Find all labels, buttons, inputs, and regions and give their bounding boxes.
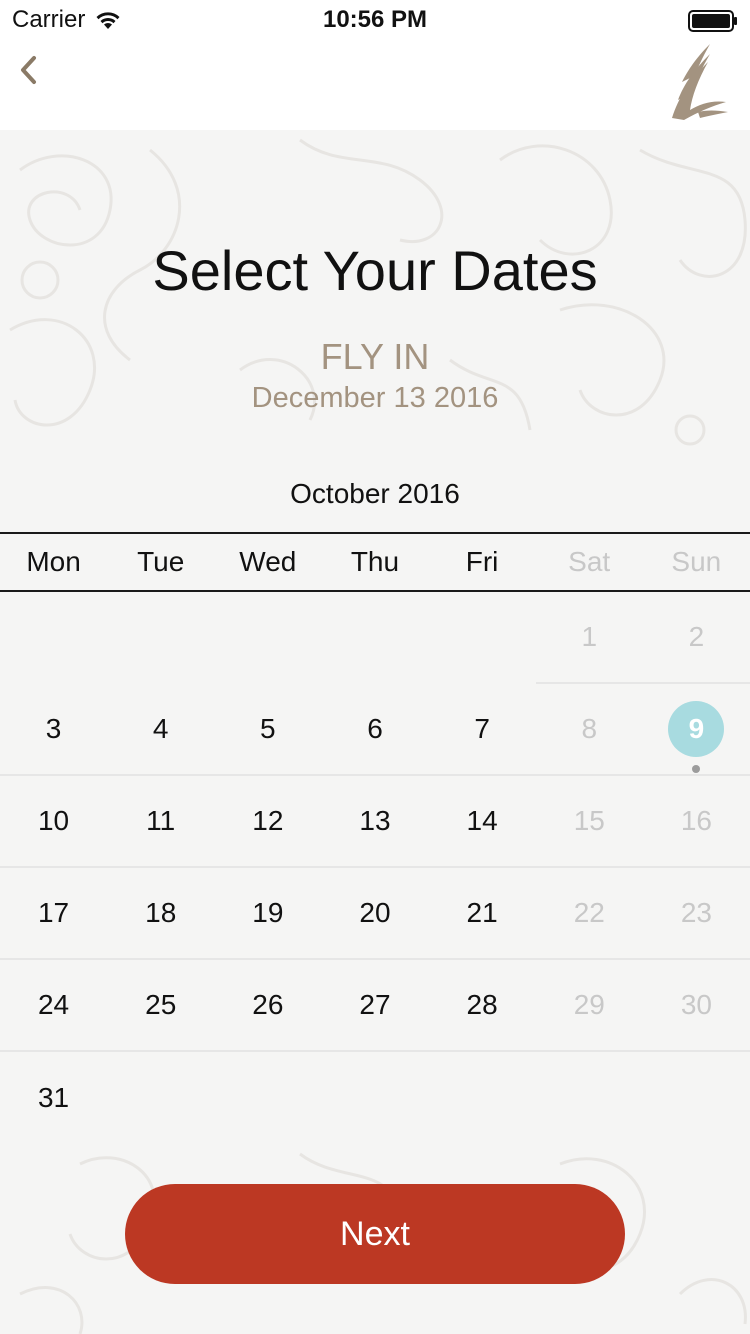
calendar-day[interactable]: 14: [428, 776, 536, 868]
calendar-day[interactable]: 1: [535, 592, 643, 684]
calendar-day[interactable]: 21: [428, 868, 536, 960]
calendar-day[interactable]: 10: [0, 776, 108, 868]
calendar-day[interactable]: 13: [321, 776, 429, 868]
calendar-day-number: 3: [45, 713, 62, 744]
calendar-day[interactable]: 28: [428, 960, 536, 1052]
calendar-day-number: 18: [145, 897, 177, 928]
calendar-day-number: 8: [581, 713, 598, 744]
calendar-day[interactable]: 2: [642, 592, 750, 684]
calendar-day-number: 16: [680, 805, 712, 836]
calendar-day-number: 13: [359, 805, 391, 836]
fly-in-label: FLY IN: [320, 336, 430, 377]
calendar-day[interactable]: 15: [535, 776, 643, 868]
status-time: 10:56 PM: [322, 6, 428, 33]
calendar-day[interactable]: 24: [0, 960, 108, 1052]
calendar-day-number: 27: [359, 989, 391, 1020]
calendar-day-number: 1: [581, 621, 598, 652]
weekday-wed: Wed: [239, 546, 297, 577]
calendar-day-number: 10: [37, 805, 70, 836]
calendar-day-number: 4: [152, 713, 169, 744]
calendar-day-number: 17: [37, 897, 70, 928]
back-button[interactable]: [14, 50, 44, 90]
calendar-day-number: 31: [37, 1082, 70, 1113]
calendar-day-number: 5: [260, 713, 276, 744]
weekday-header: Mon Tue Wed Thu Fri Sat Sun: [0, 532, 750, 592]
calendar-day[interactable]: 6: [321, 684, 429, 776]
hero-section: Select Your Dates FLY IN December 13 201…: [0, 130, 750, 456]
calendar-day[interactable]: 3: [0, 684, 108, 776]
weekday-thu: Thu: [350, 546, 400, 577]
calendar-day-number: 20: [359, 897, 391, 928]
weekday-sat: Sat: [568, 546, 611, 577]
calendar-day-number: 22: [573, 897, 605, 928]
weekday-tue: Tue: [137, 546, 185, 577]
calendar-day-number: 2: [688, 621, 705, 652]
calendar-day[interactable]: 17: [0, 868, 108, 960]
calendar-day[interactable]: 9: [642, 684, 750, 776]
calendar-day-number: 11: [146, 805, 176, 836]
battery-icon: [688, 10, 737, 32]
calendar-day-number: 9: [688, 713, 705, 744]
calendar-day[interactable]: 7: [428, 684, 536, 776]
calendar-day-number: 19: [252, 897, 284, 928]
calendar-day[interactable]: 5: [214, 684, 322, 776]
calendar-day[interactable]: 11: [107, 776, 215, 868]
calendar-day[interactable]: 29: [535, 960, 643, 1052]
page-title: Select Your Dates: [152, 239, 598, 302]
airline-bird-logo-icon: [672, 44, 728, 120]
calendar-day-number: 25: [145, 989, 177, 1020]
weekday-fri: Fri: [465, 546, 499, 577]
calendar-day-number: 24: [37, 989, 70, 1020]
month-title: October 2016: [290, 478, 460, 509]
weekday-mon: Mon: [26, 546, 81, 577]
calendar-day[interactable]: 30: [642, 960, 750, 1052]
calendar-day[interactable]: 12: [214, 776, 322, 868]
calendar-day[interactable]: 22: [535, 868, 643, 960]
calendar-day-number: 15: [573, 805, 605, 836]
calendar-day[interactable]: 8: [535, 684, 643, 776]
calendar-day-number: 7: [474, 713, 490, 744]
weekday-sun: Sun: [671, 546, 722, 577]
calendar-day-number: 26: [252, 989, 284, 1020]
calendar-day[interactable]: 4: [107, 684, 215, 776]
calendar-day[interactable]: 19: [214, 868, 322, 960]
today-indicator-dot: [692, 765, 701, 773]
calendar-day-number: 29: [573, 989, 605, 1020]
calendar-day[interactable]: 18: [107, 868, 215, 960]
navigation-bar: [0, 40, 750, 130]
calendar-day[interactable]: 27: [321, 960, 429, 1052]
calendar-day-number: 14: [466, 805, 498, 836]
calendar-day[interactable]: 23: [642, 868, 750, 960]
calendar-day-number: 12: [252, 805, 284, 836]
calendar-day-number: 6: [367, 713, 383, 744]
calendar-day-number: 30: [680, 989, 712, 1020]
fly-in-date: December 13 2016: [251, 382, 499, 414]
status-bar: Carrier 10:56 PM: [0, 0, 750, 40]
calendar-day[interactable]: 20: [321, 868, 429, 960]
calendar-day-number: 21: [466, 897, 498, 928]
next-button[interactable]: Next: [125, 1184, 625, 1284]
calendar-day[interactable]: 31: [0, 1052, 107, 1144]
calendar-day[interactable]: 16: [642, 776, 750, 868]
calendar-grid: 1 2 3 4 5 6 7 8 9 10 11 12 13 14 15 16 17 18 19 20 21 22 23 24 2…: [0, 592, 750, 1144]
calendar-day-number: 28: [466, 989, 498, 1020]
calendar-day-number: 23: [680, 897, 712, 928]
calendar-day[interactable]: 25: [107, 960, 215, 1052]
chevron-left-icon: [21, 56, 36, 84]
calendar-day[interactable]: 26: [214, 960, 322, 1052]
